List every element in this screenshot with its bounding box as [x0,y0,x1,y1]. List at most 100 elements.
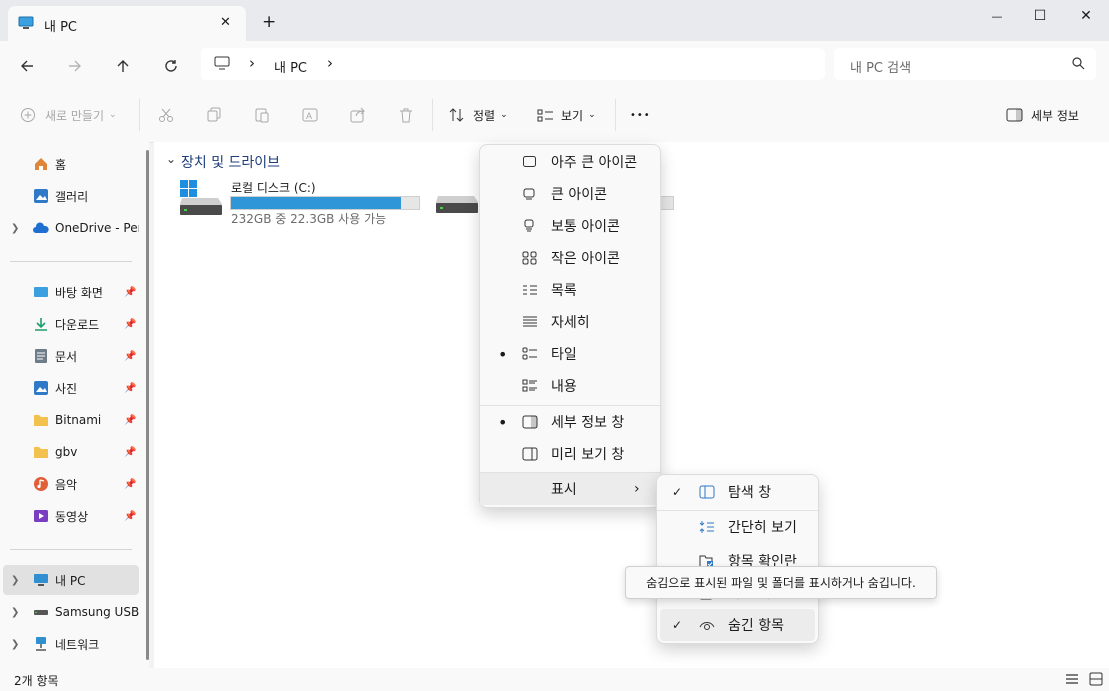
pin-icon: 📌 [124,286,137,298]
menu-item-large-icons[interactable]: 큰 아이콘 [480,178,660,210]
usb-drive-icon [33,604,49,620]
selected-bullet-icon: • [498,412,508,432]
refresh-button[interactable] [158,53,184,79]
title-bar: 내 PC ✕ + — ☐ ✕ [0,0,1109,41]
svg-text:A: A [306,111,312,121]
drive-free-space: 232GB 중 22.3GB 사용 가능 [231,212,387,226]
section-title[interactable]: 장치 및 드라이브 [181,152,280,172]
menu-item-preview-pane[interactable]: 미리 보기 창 [480,438,660,470]
drive-tile[interactable]: 로컬 디스크 (C:) 232GB 중 22.3GB 사용 가능 [176,178,426,226]
sidebar-item-bitnami[interactable]: Bitnami 📌 [0,405,139,435]
menu-item-medium-icons[interactable]: 보통 아이콘 [480,210,660,242]
details-view-icon[interactable] [1065,672,1079,689]
menu-item-small-icons[interactable]: 작은 아이콘 [480,242,660,274]
command-bar: 새로 만들기 ⌄ A 정렬 ⌄ 보기 ⌄ ••• 세부 정보 [0,89,1109,143]
menu-item-label: 목록 [551,283,577,299]
sidebar-item-music[interactable]: 음악 📌 [0,469,139,499]
expand-chevron-icon[interactable]: ❯ [11,575,19,586]
menu-item-extra-large-icons[interactable]: 아주 큰 아이콘 [480,146,660,178]
copy-icon[interactable] [206,103,222,127]
desktop-icon [33,284,49,300]
menu-item-navigation-pane[interactable]: ✓ 탐색 창 [657,476,818,508]
sidebar-item-documents[interactable]: 문서 📌 [0,341,139,371]
menu-item-compact-view[interactable]: 간단히 보기 [657,511,818,543]
sidebar-item-label: 갤러리 [55,189,89,204]
sidebar-item-desktop[interactable]: 바탕 화면 📌 [0,277,139,307]
sidebar-item-videos[interactable]: 동영상 📌 [0,501,139,531]
menu-item-label: 탐색 창 [728,485,772,501]
sidebar-item-onedrive[interactable]: ❯ OneDrive - Pers [0,213,139,243]
paste-icon[interactable] [254,103,270,127]
sidebar-item-pictures[interactable]: 사진 📌 [0,373,139,403]
menu-item-details-pane[interactable]: • 세부 정보 창 [480,406,660,438]
collapse-chevron-icon[interactable]: ⌄ [166,152,176,166]
search-input[interactable]: 내 PC 검색 [834,48,1096,80]
details-pane-icon [1006,108,1023,122]
windows-drive-icon [178,180,224,221]
delete-icon[interactable] [398,103,414,127]
drive-usage-fill [231,197,401,209]
details-button[interactable]: 세부 정보 [1006,103,1079,127]
folder-icon [33,444,49,460]
music-icon [33,476,49,492]
up-button[interactable] [110,53,136,79]
search-placeholder: 내 PC 검색 [850,61,912,76]
expand-chevron-icon[interactable]: ❯ [11,223,19,234]
view-menu: 아주 큰 아이콘 큰 아이콘 보통 아이콘 작은 아이콘 목록 자세히 • 타일… [479,144,661,508]
breadcrumb-my-pc[interactable]: 내 PC [274,57,307,76]
more-options-button[interactable]: ••• [630,103,651,127]
new-button-label: 새로 만들기 [45,108,105,123]
plus-circle-icon [21,108,35,122]
content-icon [522,379,538,393]
back-button[interactable] [14,53,40,79]
share-icon[interactable] [350,103,366,127]
minimize-button[interactable]: — [974,0,1020,32]
menu-item-label: 보통 아이콘 [551,219,620,235]
search-icon [1072,57,1085,73]
close-window-button[interactable]: ✕ [1063,0,1109,32]
pc-icon [214,56,230,74]
breadcrumb-chevron[interactable]: › [327,54,333,72]
sidebar-item-my-pc[interactable]: ❯ 내 PC [3,565,139,595]
chevron-down-icon: ⌄ [588,110,596,120]
expand-chevron-icon[interactable]: ❯ [11,639,19,650]
sidebar-item-gallery[interactable]: 갤러리 [0,181,139,211]
menu-item-hidden-items[interactable]: ✓ 숨긴 항목 [660,609,815,641]
menu-item-show[interactable]: 표시 › [480,473,660,505]
rename-icon[interactable]: A [302,103,318,127]
minimize-icon: — [991,9,1003,23]
new-tab-button[interactable]: + [262,12,276,32]
home-icon [33,156,49,172]
list-icon [522,283,538,297]
menu-item-label: 미리 보기 창 [551,447,625,463]
new-button[interactable]: 새로 만들기 ⌄ [20,103,117,127]
pin-icon: 📌 [124,446,137,458]
chevron-down-icon: ⌄ [109,110,117,120]
expand-chevron-icon[interactable]: ❯ [11,607,19,618]
menu-item-list[interactable]: 목록 [480,274,660,306]
view-button[interactable]: 보기 ⌄ [537,103,596,127]
sidebar-scrollbar[interactable] [146,150,149,660]
details-label: 세부 정보 [1031,108,1079,123]
tiles-view-icon[interactable] [1089,672,1103,689]
sort-button[interactable]: 정렬 ⌄ [448,103,508,127]
video-icon [33,508,49,524]
sidebar-item-downloads[interactable]: 다운로드 📌 [0,309,139,339]
sidebar-item-network[interactable]: ❯ 네트워크 [0,629,139,659]
cut-icon[interactable] [158,103,174,127]
menu-item-label: 간단히 보기 [728,520,797,536]
maximize-icon: ☐ [1033,8,1047,24]
view-label: 보기 [561,108,584,123]
sidebar-item-home[interactable]: 홈 [0,149,139,179]
tab-close-icon[interactable]: ✕ [220,15,231,30]
sidebar-item-samsung-usb[interactable]: ❯ Samsung USB ( [0,597,139,627]
menu-item-details[interactable]: 자세히 [480,306,660,338]
maximize-button[interactable]: ☐ [1017,0,1063,32]
menu-item-content[interactable]: 내용 [480,370,660,402]
menu-item-tiles[interactable]: • 타일 [480,338,660,370]
chevron-down-icon: ⌄ [500,110,508,120]
address-bar[interactable]: › 내 PC › [201,48,825,80]
sidebar-item-gbv[interactable]: gbv 📌 [0,437,139,467]
forward-button[interactable] [62,53,88,79]
tab-my-pc[interactable]: 내 PC ✕ [8,6,246,41]
